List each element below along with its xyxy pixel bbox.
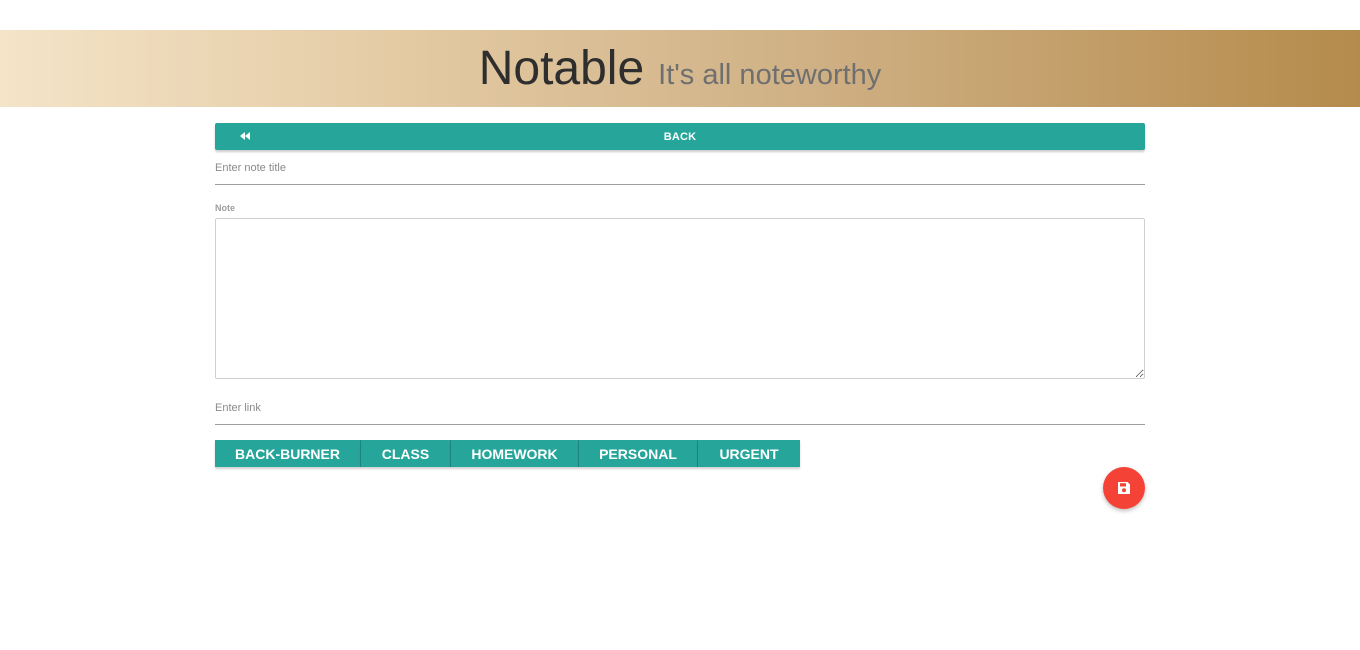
tag-button-personal[interactable]: PERSONAL — [579, 440, 698, 467]
tag-button-homework[interactable]: HOMEWORK — [451, 440, 579, 467]
note-textarea[interactable] — [215, 218, 1145, 379]
tag-button-group: BACK-BURNER CLASS HOMEWORK PERSONAL URGE… — [215, 440, 1145, 467]
app-header: Notable It's all noteworthy — [0, 30, 1360, 107]
back-button[interactable]: BACK — [215, 123, 1145, 150]
note-form: BACK Note BACK-BURNER CLASS HOMEWORK PER… — [215, 123, 1145, 467]
note-link-input[interactable] — [215, 401, 1145, 414]
note-title-input[interactable] — [215, 162, 1145, 174]
tag-button-urgent[interactable]: URGENT — [698, 440, 800, 467]
note-label: Note — [215, 203, 235, 213]
app-brand: Notable — [478, 42, 645, 95]
back-button-label: BACK — [663, 130, 697, 143]
tag-button-back-burner[interactable]: BACK-BURNER — [215, 440, 361, 467]
floppy-disk-icon — [1118, 482, 1130, 494]
save-button[interactable] — [1103, 467, 1145, 509]
note-title-field — [215, 152, 1145, 185]
app-tagline: It's all noteworthy — [658, 59, 882, 91]
header-title-group: Notable It's all noteworthy — [479, 41, 882, 96]
note-link-field — [215, 391, 1145, 425]
rewind-icon — [240, 132, 250, 140]
tag-button-class[interactable]: CLASS — [361, 440, 451, 467]
